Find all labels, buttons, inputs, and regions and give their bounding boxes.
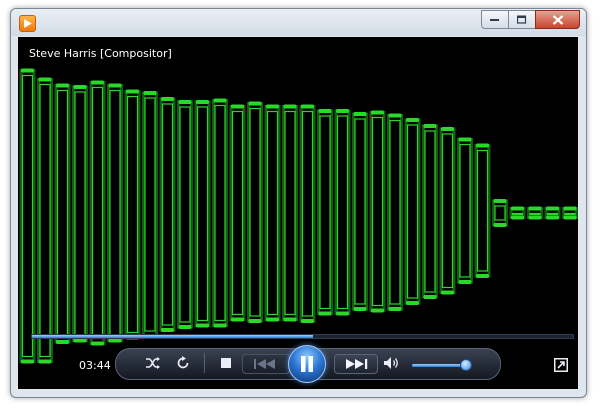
play-pause-button[interactable] [288,345,326,383]
previous-button[interactable] [242,354,290,374]
pause-icon [301,356,313,372]
visualizer-bar [124,89,141,340]
visualizer-bar [89,80,106,346]
close-icon [552,14,563,25]
next-icon [346,359,368,369]
visualizer-bar [229,104,246,322]
visualizer-bar [474,143,491,278]
window-controls [481,10,580,29]
media-player-window: Steve Harris [Compositor] 03:44 [10,8,587,398]
track-title: Steve Harris [Compositor] [29,47,172,60]
switch-to-library-icon [554,358,568,372]
visualizer-bar [317,109,333,316]
visualizer-bar [54,83,71,344]
visualizer-bar [159,97,176,332]
shuffle-button[interactable] [141,352,165,374]
separator [204,353,205,373]
seek-bar[interactable] [31,334,574,339]
visualizer-bar [37,77,53,364]
visualizer-bar [422,124,438,299]
media-player-icon[interactable] [19,15,36,32]
visualizer-bar [212,98,228,328]
visualizer-bar [142,91,158,338]
now-playing-view[interactable]: Steve Harris [Compositor] 03:44 [18,37,578,389]
title-bar[interactable] [11,9,586,36]
visualizer-bar [509,206,526,220]
close-button[interactable] [535,10,580,29]
visualizer-bar [247,101,263,323]
stop-button[interactable] [214,352,238,374]
visualizer-bar [194,100,211,328]
visualizer-bar [334,109,351,316]
minimize-icon [490,18,499,21]
elapsed-time: 03:44 [79,359,111,372]
visualizer-bar [264,104,281,322]
visualizer-bar [282,104,298,322]
next-button[interactable] [334,354,378,374]
visualizer-bar [457,137,473,284]
maximize-icon [517,15,527,24]
visualizer-bar [299,104,316,323]
visualizer-bar [19,68,36,364]
shuffle-icon [146,357,160,369]
visualizer-bar [544,206,561,220]
visualizer-bar [177,100,193,329]
visualizer-bar [562,206,578,220]
visualizer-bar [352,112,368,311]
visualizer-bar [492,199,508,227]
seek-bar-progress [32,335,314,338]
maximize-button[interactable] [508,10,536,29]
visualizer-bar [369,110,386,313]
visualizer-bar [107,83,123,343]
repeat-button[interactable] [171,352,195,374]
stop-icon [221,358,231,368]
visualizer-bar [527,206,543,220]
previous-icon [254,359,275,369]
visualizer-bar [72,85,88,343]
visualizer-bar [404,118,421,305]
visualizer-bar [439,127,456,295]
visualizer-bar [387,113,403,311]
volume-level [412,364,466,367]
minimize-button[interactable] [481,10,509,29]
switch-to-library-button[interactable] [554,357,568,372]
mute-button[interactable] [380,352,404,374]
speaker-icon [384,357,398,369]
repeat-icon [177,356,189,369]
